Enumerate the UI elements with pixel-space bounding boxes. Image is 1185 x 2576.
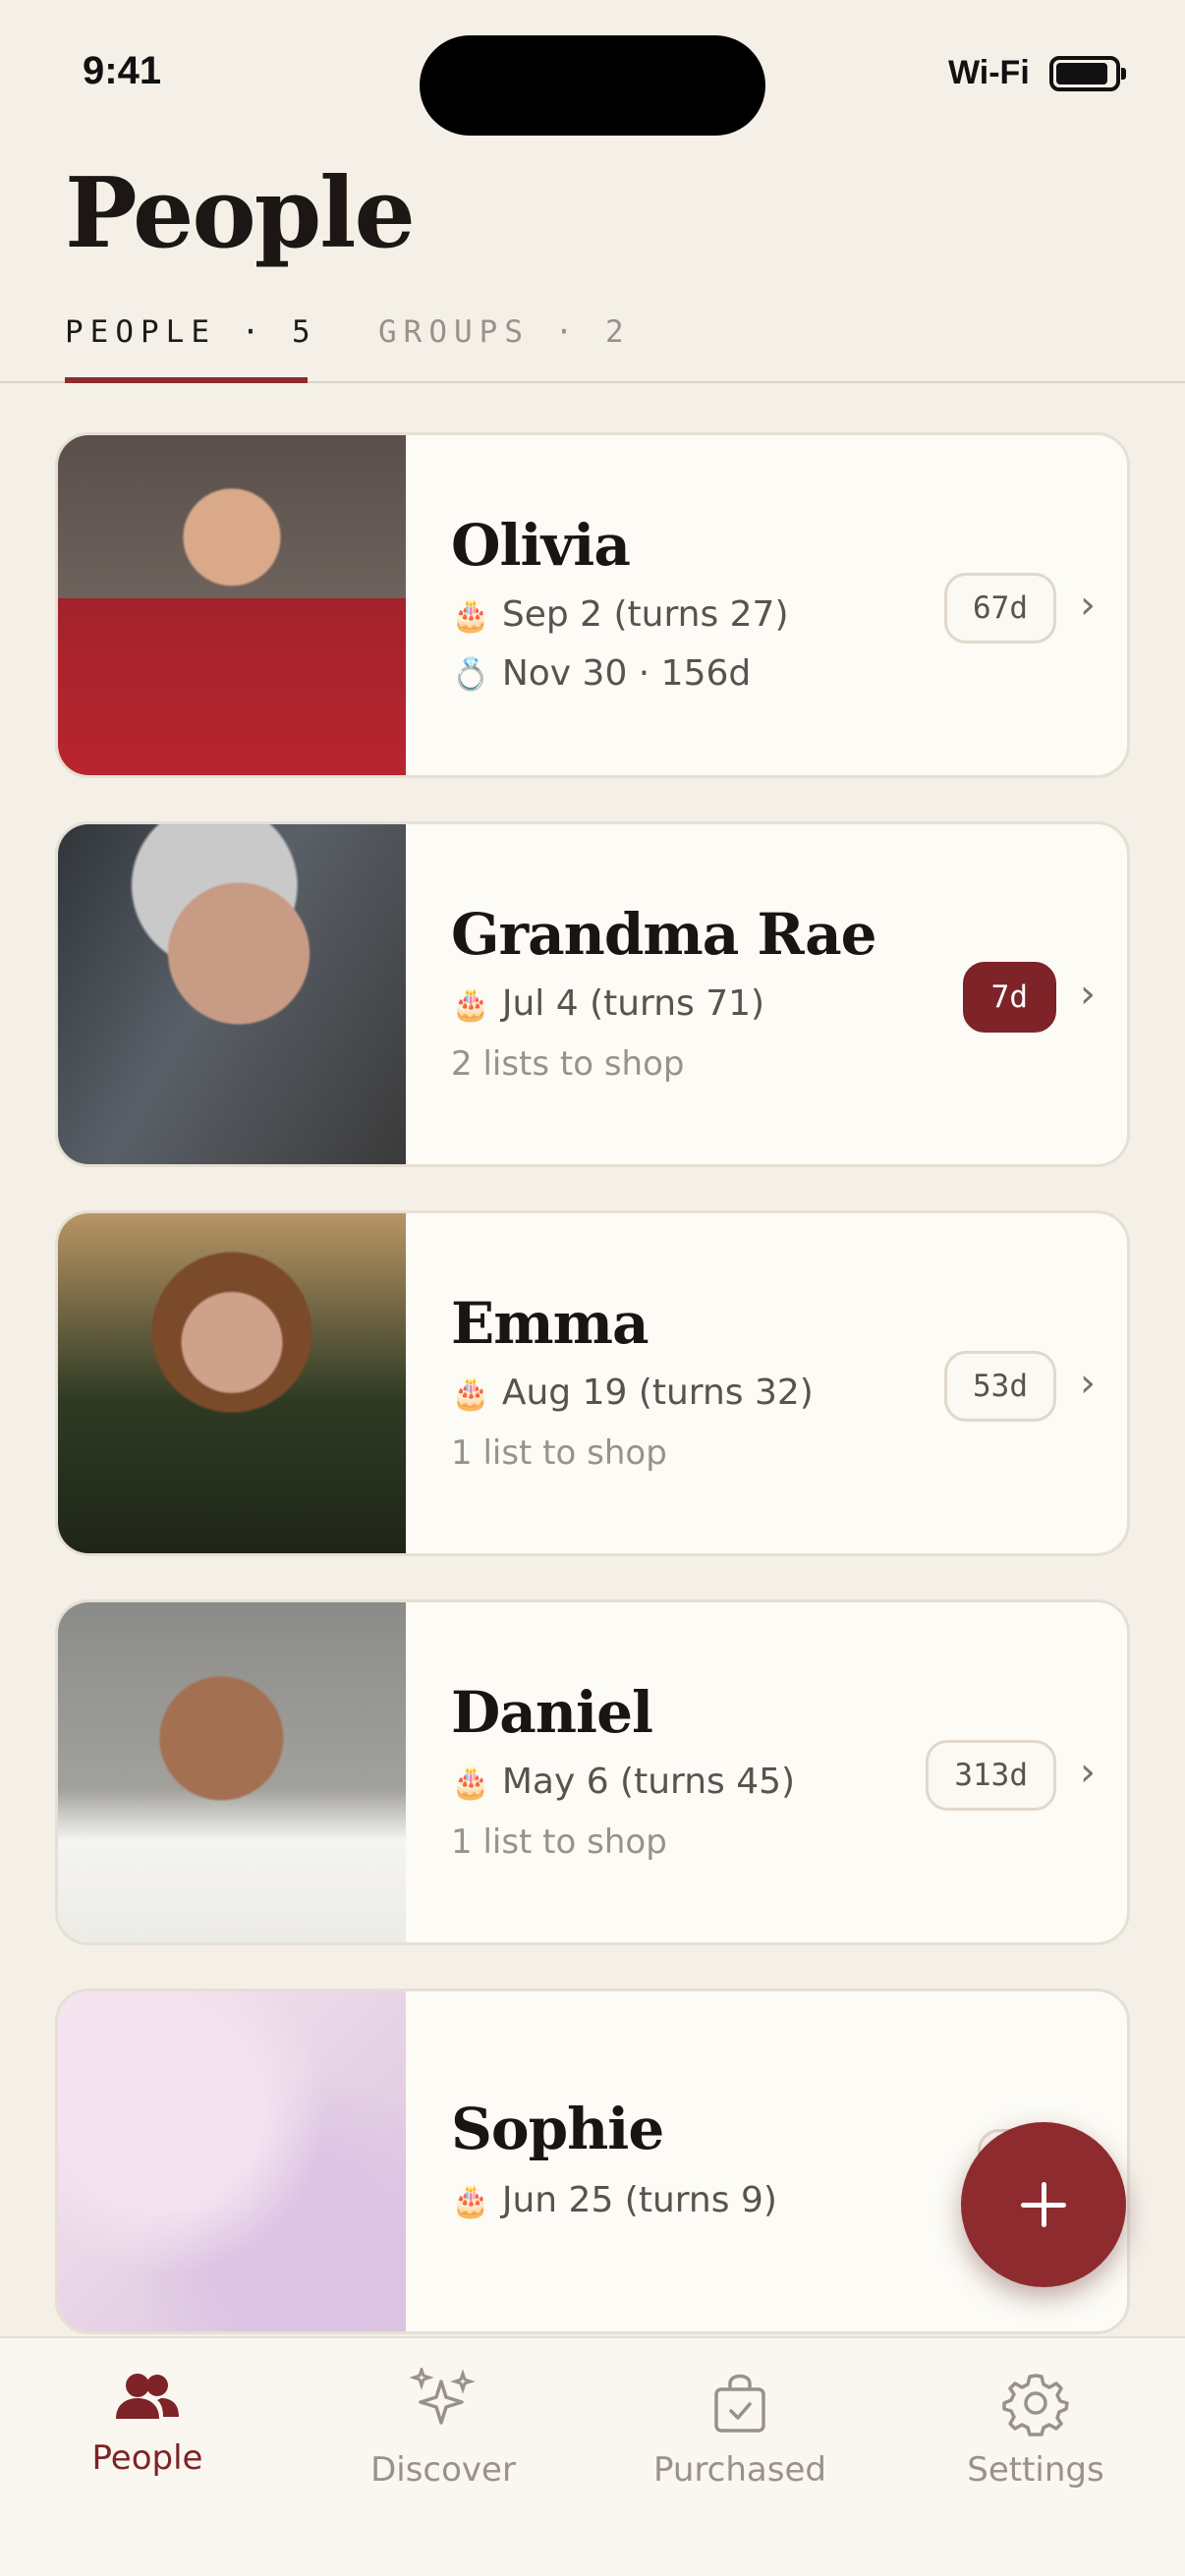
person-name: Grandma Rae [451, 901, 877, 968]
anniversary-line: 💍 Nov 30 · 156d [451, 653, 751, 694]
chevron-right-icon: › [1080, 1750, 1096, 1795]
people-icon [116, 2374, 179, 2419]
birthday-cake-icon: 🎂 [451, 2182, 490, 2219]
bottom-tab-bar: People Discover Purchased Settings [0, 2336, 1185, 2576]
lists-text: 1 list to shop [451, 1433, 667, 1473]
person-card-emma[interactable]: Emma 🎂 Aug 19 (turns 32) 1 list to shop 5… [55, 1210, 1130, 1556]
tab-bar-label: Purchased [653, 2450, 826, 2490]
anniversary-text: Nov 30 · 156d [501, 653, 752, 694]
chevron-right-icon: › [1080, 583, 1096, 628]
ring-icon: 💍 [451, 655, 490, 693]
tab-groups[interactable]: GROUPS · 2 [378, 314, 631, 350]
birthday-cake-icon: 🎂 [451, 985, 490, 1023]
countdown-badge: 67d [944, 573, 1056, 644]
tab-bar-settings[interactable]: Settings [918, 2368, 1154, 2505]
birthday-cake-icon: 🎂 [451, 1374, 490, 1412]
tab-people[interactable]: PEOPLE · 5 [65, 314, 317, 350]
birthday-cake-icon: 🎂 [451, 1764, 490, 1801]
battery-icon [1049, 56, 1126, 91]
tab-bar-label: Discover [370, 2450, 516, 2490]
birthday-text: Sep 2 (turns 27) [501, 594, 789, 635]
birthday-line: 🎂 Sep 2 (turns 27) [451, 594, 789, 635]
birthday-line: 🎂 May 6 (turns 45) [451, 1762, 795, 1802]
add-person-button[interactable] [961, 2122, 1126, 2287]
lists-text: 2 lists to shop [451, 1044, 685, 1084]
status-bar: 9:41 Wi-Fi [0, 0, 1185, 147]
birthday-line: 🎂 Jul 4 (turns 71) [451, 983, 764, 1024]
person-card-sophie[interactable]: Sophie 🎂Jun 25 (turns 9) 30 [55, 1988, 1130, 2334]
birthday-cake-icon: 🎂 [451, 596, 490, 634]
person-photo [58, 1213, 406, 1553]
person-name: Emma [451, 1290, 649, 1357]
wifi-label: Wi-Fi [948, 54, 1030, 91]
shopping-bag-check-icon [714, 2374, 765, 2433]
person-name: Olivia [451, 512, 631, 579]
lists-text: 1 list to shop [451, 1822, 667, 1862]
person-card-olivia[interactable]: Olivia 🎂 Sep 2 (turns 27) 💍 Nov 30 · 156d … [55, 432, 1130, 778]
chevron-right-icon: › [1080, 972, 1096, 1017]
birthday-text: Aug 19 (turns 32) [501, 1372, 814, 1413]
birthday-line: 🎂 Aug 19 (turns 32) [451, 1372, 814, 1413]
tab-bar-purchased[interactable]: Purchased [622, 2368, 858, 2505]
active-tab-indicator [65, 377, 308, 383]
birthday-text: Jul 4 (turns 71) [501, 983, 765, 1024]
dynamic-island [420, 35, 765, 136]
person-photo [58, 435, 406, 775]
status-time: 9:41 [83, 49, 162, 92]
person-photo [58, 1991, 406, 2331]
tab-bar-people[interactable]: People [29, 2368, 265, 2505]
page-title: People [65, 157, 416, 270]
person-card-grandma-rae[interactable]: Grandma Rae 🎂 Jul 4 (turns 71) 2 lists to… [55, 821, 1130, 1167]
birthday-line: 🎂 Jun 25 (turns 9) [451, 2180, 777, 2220]
person-name: Sophie [451, 2096, 664, 2162]
person-card-daniel[interactable]: Daniel 🎂 May 6 (turns 45) 1 list to shop … [55, 1599, 1130, 1945]
tab-bar-discover[interactable]: Discover [325, 2368, 561, 2505]
person-photo [58, 824, 406, 1164]
segment-tabs: PEOPLE · 5 GROUPS · 2 [0, 305, 1185, 383]
countdown-badge: 53d [944, 1351, 1056, 1422]
countdown-badge: 313d [926, 1740, 1056, 1811]
tab-bar-label: People [91, 2438, 203, 2478]
person-name: Daniel [451, 1679, 653, 1746]
sparkles-icon [409, 2368, 476, 2425]
birthday-text: May 6 (turns 45) [501, 1762, 796, 1802]
tab-bar-label: Settings [967, 2450, 1104, 2490]
person-photo [58, 1602, 406, 1942]
chevron-right-icon: › [1080, 1361, 1096, 1406]
birthday-text: Jun 25 (turns 9) [501, 2180, 777, 2220]
gear-icon [1002, 2374, 1069, 2436]
countdown-badge: 7d [962, 962, 1056, 1033]
